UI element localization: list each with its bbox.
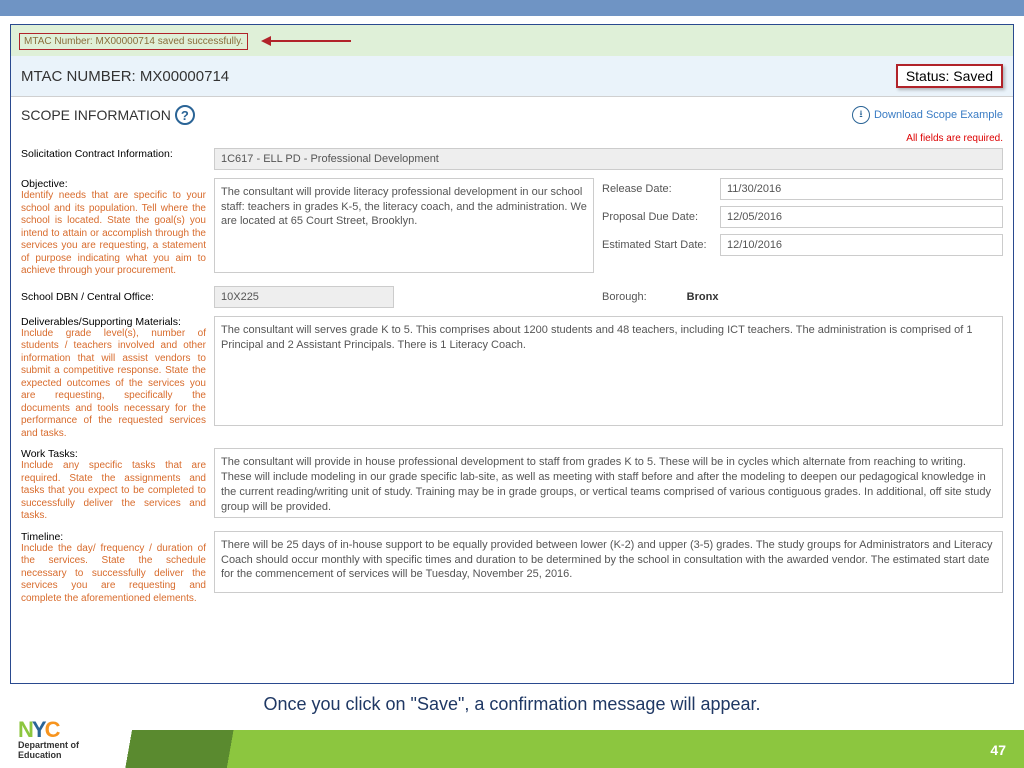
objective-label: Objective: bbox=[21, 178, 206, 190]
objective-hint: Identify needs that are specific to your… bbox=[21, 190, 206, 278]
slide-caption: Once you click on "Save", a confirmation… bbox=[0, 686, 1024, 715]
deliverables-textarea[interactable]: The consultant will serves grade K to 5.… bbox=[214, 316, 1003, 426]
release-date-label: Release Date: bbox=[602, 183, 712, 195]
release-date-input[interactable]: 11/30/2016 bbox=[720, 178, 1003, 200]
download-icon: ⭳ bbox=[852, 106, 870, 124]
work-tasks-hint: Include any specific tasks that are requ… bbox=[21, 460, 206, 523]
start-date-label: Estimated Start Date: bbox=[602, 239, 712, 251]
borough-block: Borough: Bronx bbox=[402, 291, 1003, 303]
download-link-text: Download Scope Example bbox=[874, 109, 1003, 121]
mtac-header-row: MTAC NUMBER: MX00000714 Status: Saved bbox=[11, 56, 1013, 97]
borough-value: Bronx bbox=[687, 291, 719, 303]
logo-edu: Education bbox=[18, 751, 79, 760]
required-note: All fields are required. bbox=[11, 133, 1013, 148]
form-panel: MTAC Number: MX00000714 saved successful… bbox=[10, 24, 1014, 684]
dates-block: Release Date: 11/30/2016 Proposal Due Da… bbox=[602, 178, 1003, 278]
annotation-arrow bbox=[261, 32, 351, 50]
objective-row: Objective: Identify needs that are speci… bbox=[21, 178, 1003, 278]
nyc-doe-logo: NYC Department of Education bbox=[18, 718, 79, 760]
slide-footer: Once you click on "Save", a confirmation… bbox=[0, 686, 1024, 768]
deliverables-hint: Include grade level(s), number of studen… bbox=[21, 328, 206, 441]
download-scope-link[interactable]: ⭳ Download Scope Example bbox=[852, 106, 1003, 124]
deliverables-row: Deliverables/Supporting Materials: Inclu… bbox=[21, 316, 1003, 441]
start-date-input[interactable]: 12/10/2016 bbox=[720, 234, 1003, 256]
scope-title-text: SCOPE INFORMATION bbox=[21, 107, 171, 123]
top-bar bbox=[0, 0, 1024, 16]
timeline-row: Timeline: Include the day/ frequency / d… bbox=[21, 531, 1003, 606]
dbn-row: School DBN / Central Office: 10X225 Boro… bbox=[21, 286, 1003, 308]
mtac-number: MTAC NUMBER: MX00000714 bbox=[21, 68, 229, 85]
footer-shape bbox=[0, 730, 1024, 768]
timeline-textarea[interactable]: There will be 25 days of in-house suppor… bbox=[214, 531, 1003, 593]
solicitation-row: Solicitation Contract Information: 1C617… bbox=[21, 148, 1003, 170]
timeline-hint: Include the day/ frequency / duration of… bbox=[21, 543, 206, 606]
work-tasks-textarea[interactable]: The consultant will provide in house pro… bbox=[214, 448, 1003, 518]
solicitation-label: Solicitation Contract Information: bbox=[21, 148, 173, 160]
success-bar: MTAC Number: MX00000714 saved successful… bbox=[11, 25, 1013, 56]
deliverables-label: Deliverables/Supporting Materials: bbox=[21, 316, 206, 328]
scope-title: SCOPE INFORMATION ? bbox=[21, 105, 195, 125]
page-number: 47 bbox=[990, 742, 1006, 758]
dbn-label: School DBN / Central Office: bbox=[21, 291, 154, 303]
borough-label: Borough: bbox=[602, 291, 647, 303]
form-content: Solicitation Contract Information: 1C617… bbox=[11, 148, 1013, 623]
timeline-label: Timeline: bbox=[21, 531, 206, 543]
status-badge: Status: Saved bbox=[896, 64, 1003, 88]
objective-textarea[interactable]: The consultant will provide literacy pro… bbox=[214, 178, 594, 273]
work-tasks-label: Work Tasks: bbox=[21, 448, 206, 460]
success-message: MTAC Number: MX00000714 saved successful… bbox=[19, 33, 248, 50]
footer-bar: NYC Department of Education 47 bbox=[0, 730, 1024, 768]
proposal-date-input[interactable]: 12/05/2016 bbox=[720, 206, 1003, 228]
solicitation-input[interactable]: 1C617 - ELL PD - Professional Developmen… bbox=[214, 148, 1003, 170]
proposal-date-label: Proposal Due Date: bbox=[602, 211, 712, 223]
work-tasks-row: Work Tasks: Include any specific tasks t… bbox=[21, 448, 1003, 523]
dbn-input[interactable]: 10X225 bbox=[214, 286, 394, 308]
scope-header-row: SCOPE INFORMATION ? ⭳ Download Scope Exa… bbox=[11, 97, 1013, 133]
help-icon[interactable]: ? bbox=[175, 105, 195, 125]
